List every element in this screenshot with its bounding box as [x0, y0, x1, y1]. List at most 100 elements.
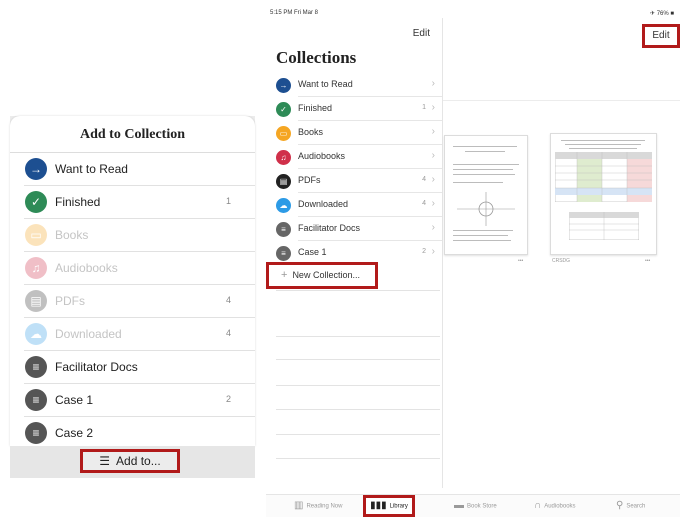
add-to-collection-sheet: Add to Collection → Want to Read ✓ Finis… — [10, 116, 255, 446]
thumbnail-progress: CRSDG — [552, 258, 571, 264]
add-to-list-icon: ☰ — [99, 454, 111, 468]
add-to-label: Add to... — [116, 454, 161, 468]
collection-option-books: ▭ Books — [10, 219, 255, 252]
collections-title: Collections — [276, 48, 357, 67]
thumbnail-more-icon[interactable]: ••• — [518, 258, 523, 264]
pdf-thumbnail-2[interactable] — [550, 133, 657, 255]
tab-search[interactable]: ⚲ Search — [616, 495, 645, 517]
sidebar-item-audiobooks[interactable]: ♫ Audiobooks › — [270, 145, 442, 169]
tab-book-store[interactable]: ▬ Book Store — [454, 495, 497, 517]
chevron-right-icon: › — [431, 102, 435, 113]
list-icon: ≡ — [276, 222, 291, 237]
collection-option-audiobooks: ♫ Audiobooks — [10, 252, 255, 285]
divider — [276, 409, 440, 410]
sheet-title: Add to Collection — [10, 116, 255, 153]
sidebar-item-count: 4 — [422, 200, 426, 207]
option-label: Case 1 — [55, 393, 94, 407]
sidebar-item-pdfs[interactable]: ▤ PDFs 4 › — [270, 169, 442, 193]
collection-option-finished[interactable]: ✓ Finished 1 — [10, 186, 255, 219]
sidebar-item-label: Downloaded — [298, 199, 349, 209]
thumbnail-more-icon[interactable]: ••• — [645, 258, 650, 264]
option-count: 4 — [225, 295, 231, 305]
table-illustration — [569, 212, 639, 240]
option-label: Want to Read — [55, 162, 128, 176]
chevron-right-icon: › — [431, 126, 435, 137]
collections-sidebar: Edit Collections → Want to Read › ✓ Fini… — [270, 18, 443, 488]
tab-label: Library — [389, 503, 408, 510]
status-bar-time: 5:15 PM Fri Mar 8 — [270, 10, 319, 16]
tab-audiobooks[interactable]: ∩ Audiobooks — [534, 495, 576, 517]
open-book-icon: ▥ — [294, 500, 304, 511]
tab-bar: ▥ Reading Now ▮▮▮ Library ▬ Book Store ∩ Aud… — [266, 494, 680, 517]
diagram-illustration — [457, 192, 515, 226]
book-icon: ▭ — [25, 224, 47, 246]
option-count: 4 — [225, 328, 231, 338]
chevron-right-icon: › — [431, 246, 435, 257]
sidebar-item-downloaded[interactable]: ☁ Downloaded 4 › — [270, 193, 442, 217]
tab-label: Audiobooks — [544, 503, 576, 510]
list-icon: ≡ — [276, 246, 291, 261]
pdf-thumbnail-1[interactable] — [444, 135, 528, 255]
tab-label: Search — [626, 503, 646, 510]
headphones-icon: ♫ — [276, 150, 291, 165]
tab-library[interactable]: ▮▮▮ Library — [363, 495, 415, 517]
checkmark-icon: ✓ — [276, 102, 291, 117]
book-icon: ▭ — [276, 126, 291, 141]
sidebar-item-count: 1 — [422, 104, 426, 111]
list-icon: ≡ — [25, 356, 47, 378]
plus-icon: + — [281, 269, 288, 281]
document-icon: ▤ — [276, 174, 291, 189]
list-icon: ≡ — [25, 422, 47, 444]
option-label: Audiobooks — [55, 261, 118, 275]
chevron-right-icon: › — [431, 150, 435, 161]
sidebar-item-facilitator-docs[interactable]: ≡ Facilitator Docs › — [270, 217, 442, 241]
status-bar-battery: ✈ 76% ■ — [650, 11, 674, 17]
collection-option-want-to-read[interactable]: → Want to Read — [10, 153, 255, 186]
divider — [276, 336, 440, 337]
divider — [276, 359, 440, 360]
sidebar-item-finished[interactable]: ✓ Finished 1 › — [270, 97, 442, 121]
option-count: 1 — [225, 196, 231, 206]
collection-option-case-2[interactable]: ≡ Case 2 — [10, 417, 255, 446]
search-icon: ⚲ — [616, 500, 624, 511]
collection-option-facilitator-docs[interactable]: ≡ Facilitator Docs — [10, 351, 255, 384]
headphones-icon: ∩ — [534, 500, 542, 511]
sidebar-item-label: Case 1 — [298, 247, 327, 257]
tab-reading-now[interactable]: ▥ Reading Now — [294, 495, 342, 517]
option-label: Downloaded — [55, 327, 122, 341]
add-to-toolbar: ☰ Add to... — [10, 446, 255, 478]
option-label: PDFs — [55, 294, 85, 308]
sidebar-item-label: PDFs — [298, 175, 321, 185]
collection-option-downloaded: ☁ Downloaded 4 — [10, 318, 255, 351]
list-icon: ≡ — [25, 389, 47, 411]
arrow-right-icon: → — [25, 158, 47, 180]
collection-option-pdfs: ▤ PDFs 4 — [10, 285, 255, 318]
new-collection-button[interactable]: + New Collection... — [266, 262, 378, 289]
arrow-right-icon: → — [276, 78, 291, 93]
chevron-right-icon: › — [431, 174, 435, 185]
divider — [276, 385, 440, 386]
chevron-right-icon: › — [431, 198, 435, 209]
add-to-button[interactable]: ☰ Add to... — [80, 449, 180, 473]
option-label: Case 2 — [55, 426, 94, 440]
sidebar-item-want-to-read[interactable]: → Want to Read › — [270, 73, 442, 97]
headphones-icon: ♫ — [25, 257, 47, 279]
sidebar-item-books[interactable]: ▭ Books › — [270, 121, 442, 145]
divider — [443, 100, 680, 101]
store-icon: ▬ — [454, 500, 464, 511]
edit-button[interactable]: Edit — [642, 24, 680, 48]
sidebar-item-count: 4 — [422, 176, 426, 183]
divider — [276, 290, 440, 291]
sidebar-edit-button[interactable]: Edit — [413, 28, 430, 39]
sidebar-item-count: 2 — [422, 248, 426, 255]
sidebar-item-label: Want to Read — [298, 79, 353, 89]
collection-option-case-1[interactable]: ≡ Case 1 2 — [10, 384, 255, 417]
cloud-download-icon: ☁ — [25, 323, 47, 345]
chevron-right-icon: › — [431, 222, 435, 233]
sidebar-item-label: Finished — [298, 103, 333, 113]
library-icon: ▮▮▮ — [370, 500, 387, 511]
option-count: 2 — [225, 394, 231, 404]
divider — [276, 434, 440, 435]
option-label: Facilitator Docs — [55, 360, 138, 374]
checkmark-icon: ✓ — [25, 191, 47, 213]
